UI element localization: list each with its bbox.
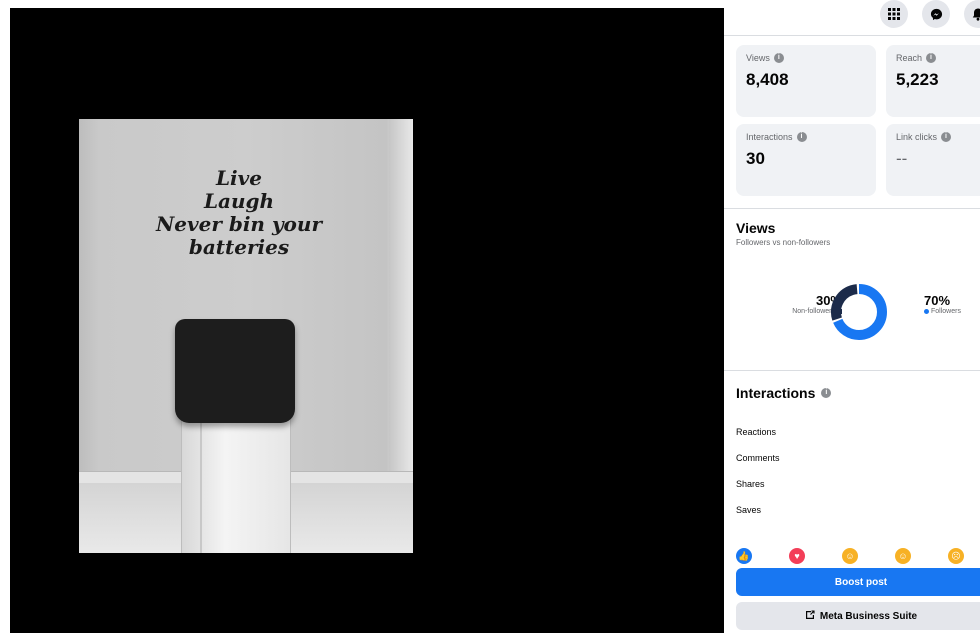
meta-business-suite-button[interactable]: Meta Business Suite [736, 602, 980, 630]
sad-icon: ☹ [948, 548, 964, 564]
followers-stat: 70% Followers [924, 293, 980, 315]
interaction-row-saves: Saves [736, 505, 762, 515]
reach-card: Reach i 5,223 [886, 45, 980, 117]
external-link-icon [805, 609, 815, 623]
post-photo: Live Laugh Never bin your batteries [79, 119, 413, 553]
boost-post-button[interactable]: Boost post [736, 568, 980, 596]
followers-percent: 70% [924, 293, 951, 308]
link-clicks-card: Link clicks i -- [886, 124, 980, 196]
haha-icon: ☺ [842, 548, 858, 564]
non-followers-stat: 30% Non-followers [754, 293, 842, 315]
non-followers-percent: 30% [815, 293, 842, 308]
interaction-row-comments: Comments [736, 453, 780, 463]
views-value: 8,408 [746, 70, 789, 89]
interaction-row-reactions: Reactions [736, 427, 777, 437]
media-viewer: Live Laugh Never bin your batteries [10, 8, 724, 633]
wall-quote: Live Laugh Never bin your batteries [139, 167, 339, 259]
reaction-icons: 👍 ♥ ☺ ☺ ☹ [736, 548, 980, 564]
like-icon: 👍 [736, 548, 752, 564]
wow-icon: ☺ [895, 548, 911, 564]
reach-value: 5,223 [896, 70, 939, 89]
interactions-title-text: Interactions [736, 385, 816, 401]
views-section-subtitle: Followers vs non-followers [736, 238, 831, 247]
interactions-section-title: Interactions i [736, 385, 832, 401]
views-section-title: Views [736, 220, 776, 236]
non-followers-label: Non-followers [792, 308, 835, 315]
interactions-card: Interactions i 30 [736, 124, 876, 196]
link-clicks-label: Link clicks [896, 132, 938, 142]
insights-panel: Views i 8,408 Reach i 5,223 Interactions i … [724, 0, 980, 633]
interaction-row-shares: Shares [736, 479, 765, 489]
link-clicks-value: -- [896, 149, 908, 168]
followers-swatch [924, 309, 929, 314]
bin-body [181, 419, 291, 553]
followers-label: Followers [931, 308, 961, 315]
info-icon[interactable]: i [773, 53, 784, 63]
divider [724, 35, 980, 36]
info-icon[interactable]: i [926, 53, 937, 63]
top-bar [724, 0, 980, 34]
followers-donut-chart [830, 283, 888, 341]
menu-grid-icon[interactable] [880, 0, 908, 28]
reach-label: Reach [896, 53, 923, 63]
info-icon[interactable]: i [941, 132, 952, 142]
notifications-icon[interactable] [964, 0, 980, 28]
interactions-value: 30 [746, 149, 765, 168]
bin-seam [200, 419, 202, 553]
quote-line: Live [215, 166, 262, 190]
quote-line: Laugh [203, 189, 275, 213]
quote-line: Never bin your [156, 212, 322, 236]
quote-line: batteries [188, 235, 290, 259]
views-label: Views [746, 53, 770, 63]
info-icon[interactable]: i [796, 132, 807, 142]
views-card: Views i 8,408 [736, 45, 876, 117]
divider [724, 370, 980, 371]
divider [724, 208, 980, 209]
interactions-label: Interactions [746, 132, 793, 142]
info-icon[interactable]: i [821, 388, 832, 398]
bin-lid [175, 319, 295, 423]
business-suite-label: Meta Business Suite [819, 610, 918, 622]
love-icon: ♥ [789, 548, 805, 564]
messenger-icon[interactable] [922, 0, 950, 28]
